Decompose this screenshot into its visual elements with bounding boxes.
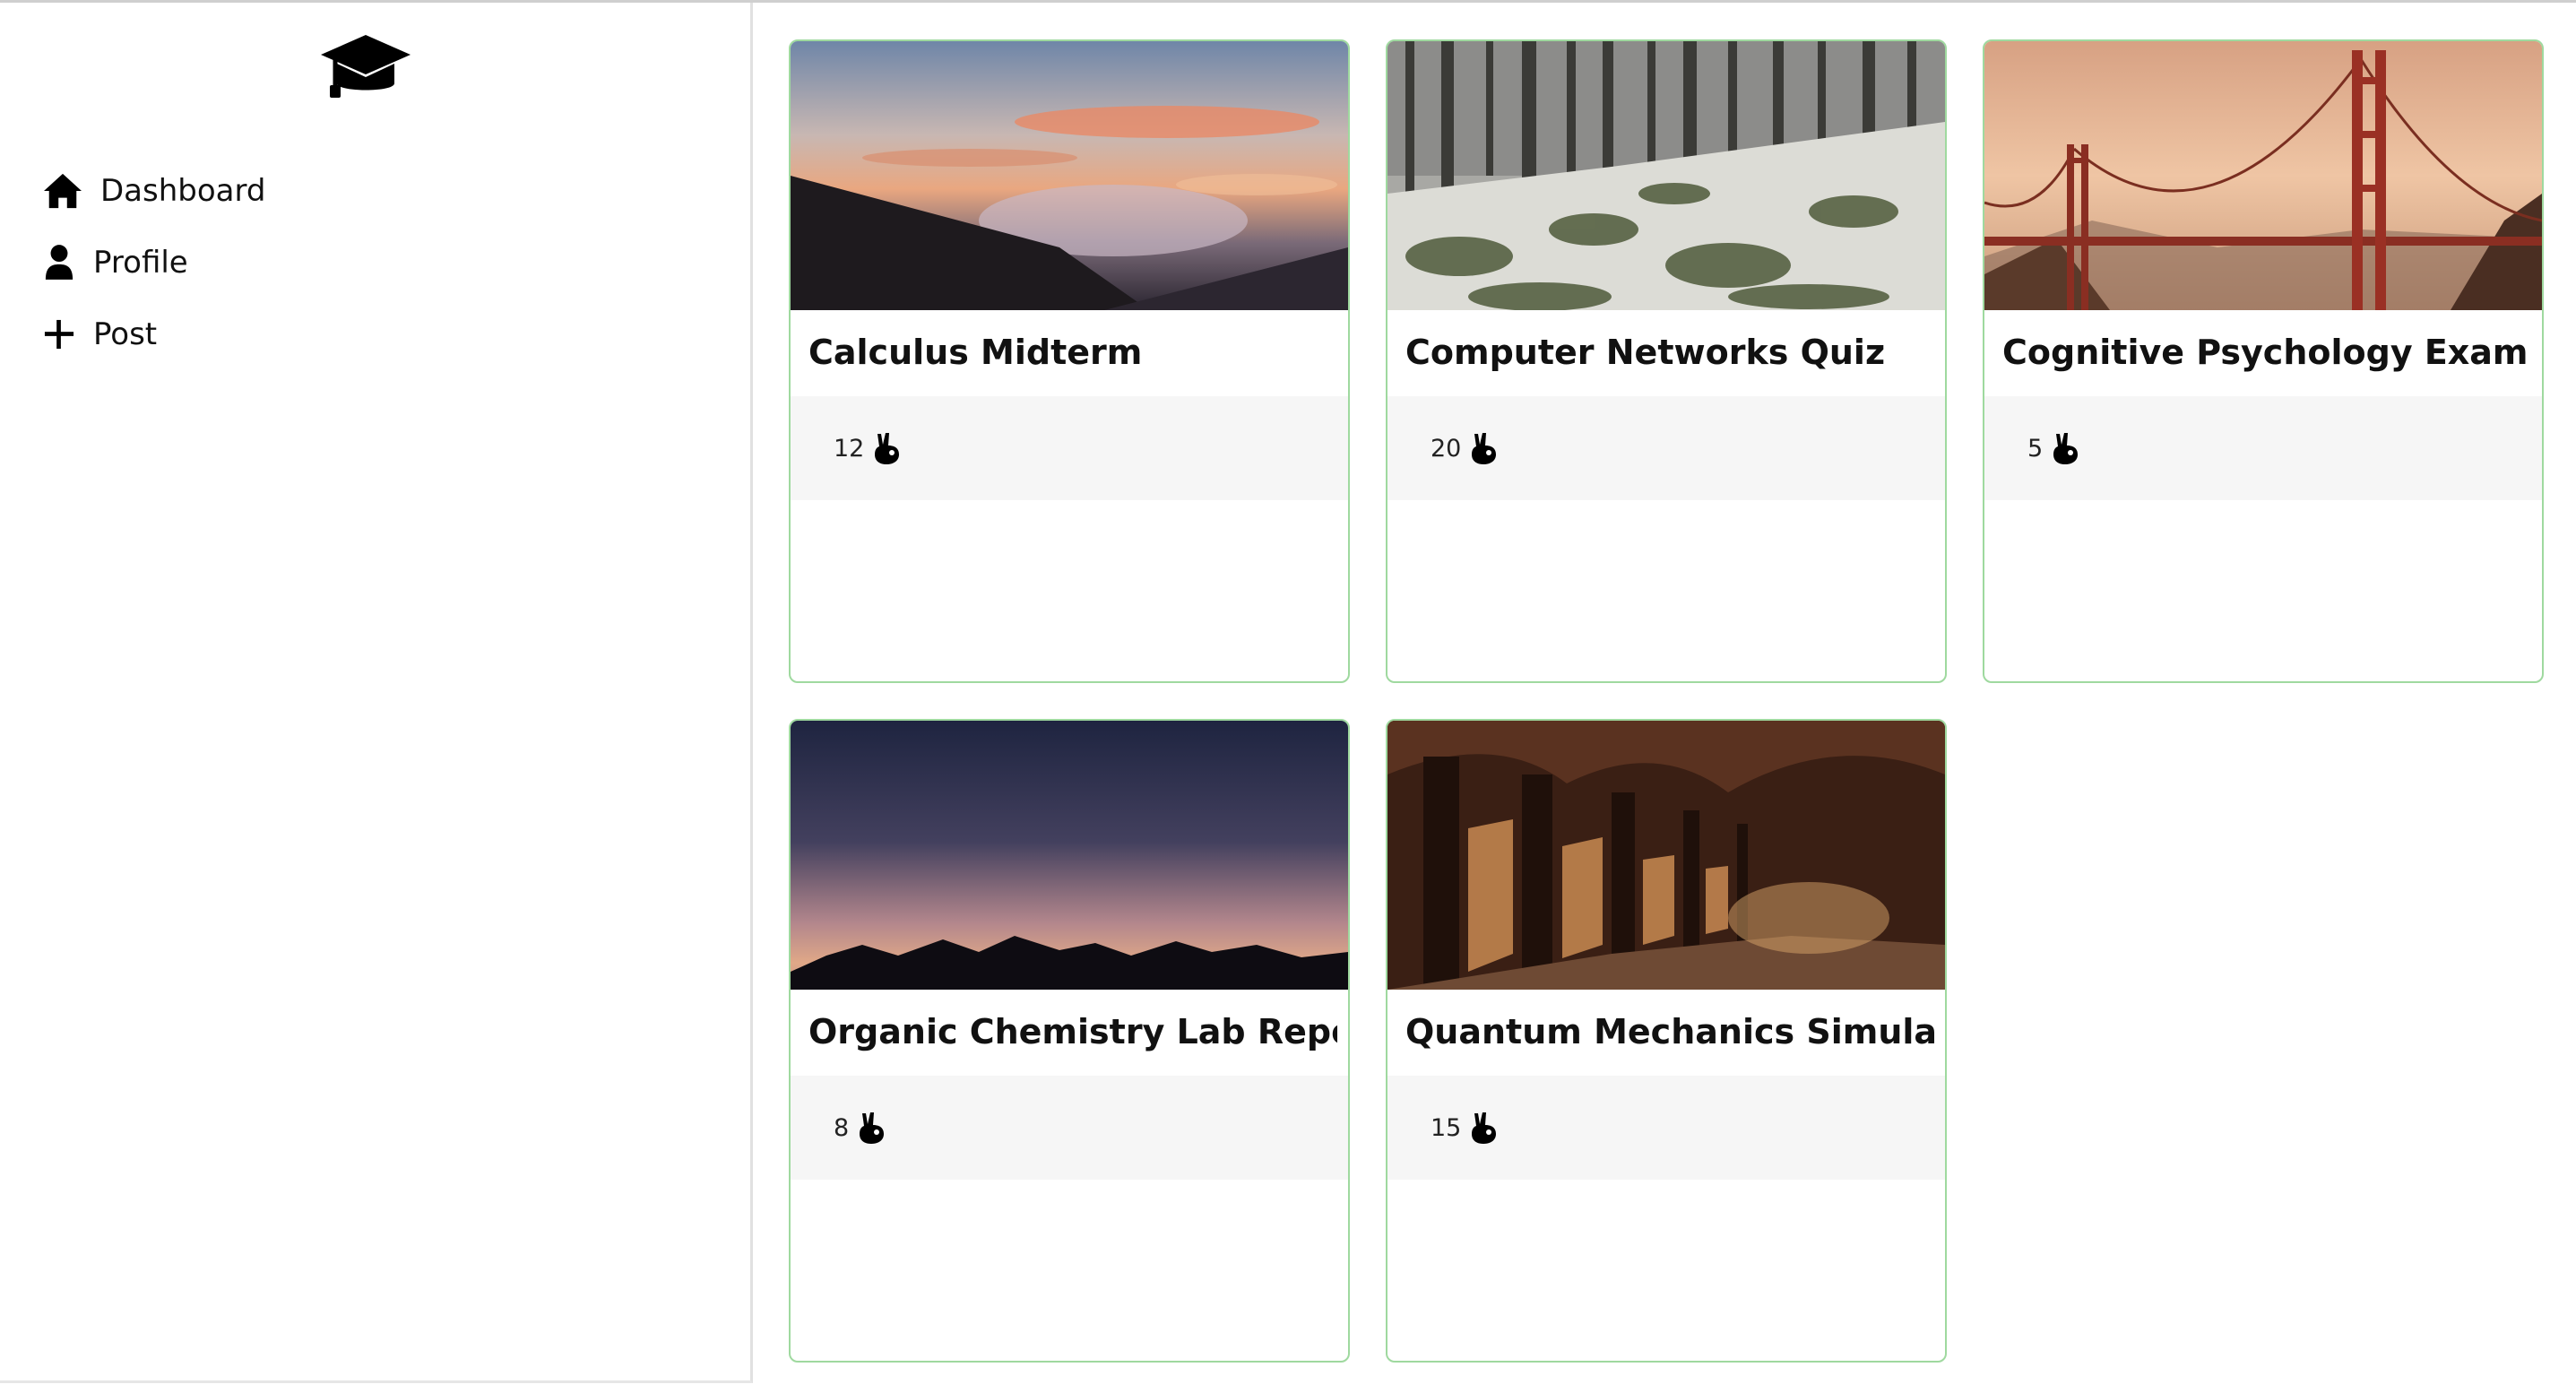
user-icon xyxy=(41,241,77,284)
card-title: Cognitive Psychology Exam xyxy=(2002,333,2528,372)
card-stats: 20 xyxy=(1387,396,1945,500)
reaction-count: 15 xyxy=(1431,1113,1462,1142)
sidebar-item-label: Profile xyxy=(93,245,188,281)
card-title: Calculus Midterm xyxy=(808,333,1143,372)
graduation-cap-icon[interactable] xyxy=(319,33,412,101)
post-card[interactable]: Quantum Mechanics Simulation 15 xyxy=(1386,719,1947,1363)
reaction-count: 20 xyxy=(1431,434,1462,463)
cloister-corridor-photo xyxy=(1387,721,1945,990)
plus-icon xyxy=(41,313,77,356)
sidebar-nav: Dashboard Profile Post xyxy=(41,155,265,370)
card-stats: 15 xyxy=(1387,1076,1945,1180)
peace-hand-icon[interactable] xyxy=(2050,431,2080,465)
sidebar-item-label: Post xyxy=(93,316,158,352)
card-stats: 12 xyxy=(791,396,1348,500)
peace-hand-icon[interactable] xyxy=(871,431,902,465)
reaction-count: 8 xyxy=(834,1113,850,1142)
peace-hand-icon[interactable] xyxy=(1468,431,1499,465)
post-card[interactable]: Calculus Midterm 12 xyxy=(789,39,1350,683)
card-title: Organic Chemistry Lab Report xyxy=(808,1012,1337,1051)
snowy-forest-photo xyxy=(1387,41,1945,310)
sidebar-item-post[interactable]: Post xyxy=(41,298,265,370)
reaction-count: 5 xyxy=(2027,434,2044,463)
post-card[interactable]: Organic Chemistry Lab Report 8 xyxy=(789,719,1350,1363)
card-title: Quantum Mechanics Simulation xyxy=(1405,1012,1934,1051)
card-title: Computer Networks Quiz xyxy=(1405,333,1886,372)
post-card[interactable]: Computer Networks Quiz 20 xyxy=(1386,39,1947,683)
sidebar-item-label: Dashboard xyxy=(100,173,266,209)
sidebar-item-profile[interactable]: Profile xyxy=(41,227,265,298)
reaction-count: 12 xyxy=(834,434,865,463)
card-stats: 8 xyxy=(791,1076,1348,1180)
home-icon xyxy=(41,169,84,212)
peace-hand-icon[interactable] xyxy=(856,1111,886,1145)
sunset-clouds-photo xyxy=(791,41,1348,310)
sidebar: Dashboard Profile Post xyxy=(0,3,753,1383)
mountain-dusk-photo xyxy=(791,721,1348,990)
post-card[interactable]: Cognitive Psychology Exam 5 xyxy=(1983,39,2544,683)
sidebar-item-dashboard[interactable]: Dashboard xyxy=(41,155,265,227)
peace-hand-icon[interactable] xyxy=(1468,1111,1499,1145)
card-stats: 5 xyxy=(1984,396,2542,500)
golden-gate-bridge-photo xyxy=(1984,41,2542,310)
